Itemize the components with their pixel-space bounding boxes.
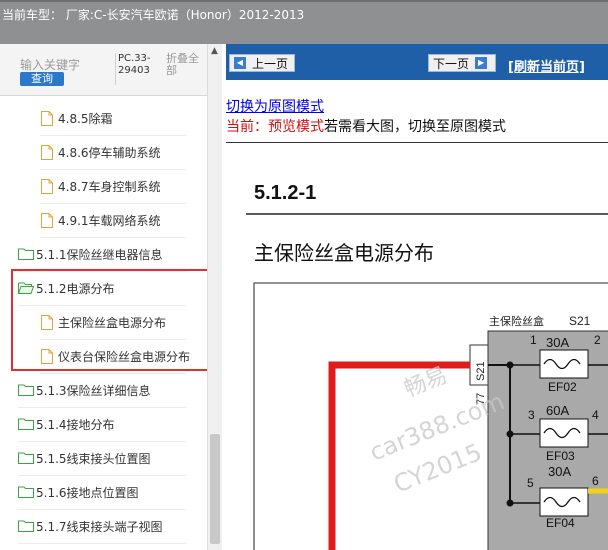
fusebox-code: S21 <box>569 314 591 328</box>
tree-item[interactable]: 5.1.6接地点位置图 <box>18 476 186 510</box>
arrow-left-icon: ◀ <box>234 57 246 69</box>
fuse-body <box>539 349 589 379</box>
scroll-thumb[interactable] <box>210 434 220 544</box>
sidebar-scrollbar[interactable]: ▲ <box>207 44 222 550</box>
folder-icon <box>18 247 34 262</box>
page-nav: ◀ 上一页 下一页 ▶ [刷新当前页] <box>226 44 608 80</box>
fuse-name: EF04 <box>546 516 575 530</box>
folder-icon <box>18 485 34 500</box>
arrow-right-icon: ▶ <box>475 57 488 69</box>
tree-item[interactable]: 5.1.5线束接头位置图 <box>18 442 186 476</box>
tree-item[interactable]: 4.8.5除霜 <box>40 102 186 136</box>
tree-item-label: 4.8.7车身控制系统 <box>58 180 161 194</box>
diagram-page: 5.1.2-1 主保险丝盒电源分布 主保险丝盒 S21 S21 77 1 30A… <box>226 143 608 550</box>
folder-icon <box>18 417 34 432</box>
tree-item-label: 5.1.3保险丝详细信息 <box>36 384 151 398</box>
folder-icon <box>18 519 34 534</box>
title-separator <box>0 0 608 2</box>
tree-item[interactable]: 4.8.6停车辅助系统 <box>40 136 186 170</box>
tree-item-label: 4.8.6停车辅助系统 <box>58 146 161 160</box>
tree-item[interactable]: 5.1.1保险丝继电器信息 <box>18 238 186 272</box>
window-title: 当前车型： 厂家:C-长安汽车欧诺（Honor）2012-2013 <box>2 8 305 22</box>
mode-info: 当前：预览模式若需看大图，切换至原图模式 <box>226 116 506 136</box>
folder-open-icon <box>17 281 35 296</box>
content-pane: ◀ 上一页 下一页 ▶ [刷新当前页] 切换为原图模式 当前：预览模式若需看大图… <box>226 44 608 550</box>
tree-item[interactable]: 仪表台保险丝盒电源分布 <box>40 340 190 374</box>
fold-all-button[interactable]: 折叠全部 <box>166 53 206 77</box>
scroll-up-icon[interactable]: ▲ <box>211 46 218 56</box>
fuse-pin-out: 6 <box>592 474 599 488</box>
fuse-name: EF02 <box>548 380 577 394</box>
refresh-page-link[interactable]: [刷新当前页] <box>508 56 585 75</box>
section-number: 5.1.2-1 <box>254 182 316 204</box>
diagram-title: 主保险丝盒电源分布 <box>254 241 434 265</box>
fuse-amps: 30A <box>546 335 569 350</box>
tree-item-label: 4.8.5除霜 <box>58 112 113 126</box>
fuse-amps: 30A <box>548 464 571 479</box>
document-icon <box>40 145 54 160</box>
search-bar: 输入关键字 查询 PC.33-29403 折叠全部 <box>0 44 222 96</box>
tree-item[interactable]: 5.1.2电源分布 <box>17 272 186 306</box>
tree-item-label: 主保险丝盒电源分布 <box>58 316 167 330</box>
tree-item-label: 5.1.6接地点位置图 <box>36 486 139 500</box>
fuse-pin-out: 2 <box>594 333 601 347</box>
prev-page-label: 上一页 <box>252 56 289 71</box>
prev-page-button[interactable]: ◀ 上一页 <box>229 54 295 72</box>
tree-item-label: 5.1.4接地分布 <box>36 418 115 432</box>
tree-item-label: 4.9.1车载网络系统 <box>58 214 161 228</box>
document-icon <box>40 179 54 194</box>
wiring-diagram: 5.1.2-1 主保险丝盒电源分布 主保险丝盒 S21 S21 77 1 30A… <box>246 182 608 550</box>
fuse-body <box>539 487 589 517</box>
mode-hint: 若需看大图，切换至原图模式 <box>324 119 506 135</box>
pc-code: PC.33-29403 <box>115 53 165 85</box>
document-icon <box>40 349 54 364</box>
fuse-pin-out: 4 <box>592 408 599 422</box>
next-page-label: 下一页 <box>433 56 470 71</box>
document-icon <box>40 315 54 330</box>
fuse-amps: 60A <box>546 403 569 418</box>
tree-item[interactable]: 5.1.4接地分布 <box>18 408 186 442</box>
keyword-input[interactable]: 输入关键字 <box>20 56 80 73</box>
mode-current: 当前：预览模式 <box>226 119 324 135</box>
watermark-line: 畅易 <box>401 363 451 403</box>
fuse-pin-in: 3 <box>528 408 535 422</box>
tree-item[interactable]: 5.1.3保险丝详细信息 <box>18 374 186 408</box>
next-page-button[interactable]: 下一页 ▶ <box>428 54 496 72</box>
tree-item-label: 5.1.2电源分布 <box>36 282 115 296</box>
fusebox-label: 主保险丝盒 <box>489 314 544 328</box>
tree-item-label: 5.1.1保险丝继电器信息 <box>36 248 163 262</box>
fuse-body <box>539 418 589 448</box>
title-bar: 当前车型： 厂家:C-长安汽车欧诺（Honor）2012-2013 <box>0 0 608 44</box>
document-icon <box>40 213 54 228</box>
fuse-pin-in: 5 <box>527 476 534 490</box>
switch-original-mode-link[interactable]: 切换为原图模式 <box>226 96 324 116</box>
tree-item-label: 5.1.7线束接头端子视图 <box>36 520 163 534</box>
tree-item[interactable]: 4.8.7车身控制系统 <box>40 170 186 204</box>
folder-icon <box>18 451 34 466</box>
folder-icon <box>18 383 34 398</box>
tree-item[interactable]: 主保险丝盒电源分布 <box>40 306 186 340</box>
tree-item[interactable]: 4.9.1车载网络系统 <box>40 204 186 238</box>
query-button[interactable]: 查询 <box>20 72 64 86</box>
fuse-pin-in: 1 <box>530 333 537 347</box>
connector-label: S21 <box>475 361 487 381</box>
tree-item[interactable]: 5.1.7线束接头端子视图 <box>18 510 186 544</box>
tree-item-label: 5.1.5线束接头位置图 <box>36 452 151 466</box>
sidebar: 输入关键字 查询 PC.33-29403 折叠全部 4.8.5除霜 4.8.6停车… <box>0 44 222 550</box>
tree-item-label: 仪表台保险丝盒电源分布 <box>58 350 191 364</box>
fuse-name: EF03 <box>546 449 575 463</box>
document-icon <box>40 111 54 126</box>
